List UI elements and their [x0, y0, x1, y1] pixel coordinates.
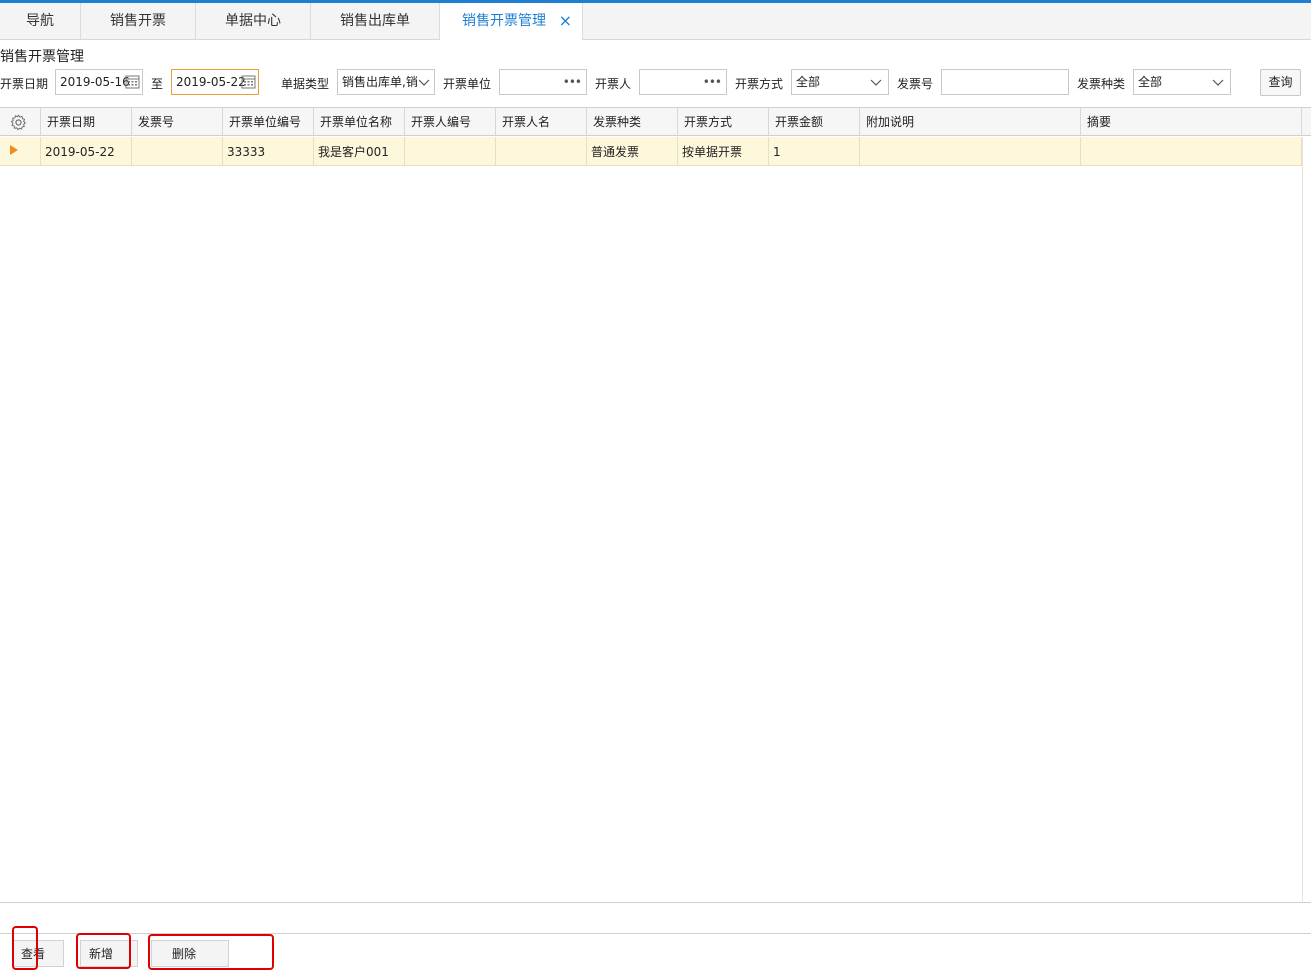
column-header[interactable]: 开票人名 — [496, 108, 587, 136]
grid-bottom-divider — [0, 902, 1311, 903]
column-header[interactable]: 开票人编号 — [405, 108, 496, 136]
chevron-down-icon — [418, 79, 430, 86]
calendar-icon[interactable] — [241, 74, 256, 89]
invoice-kind-label: 发票种类 — [1077, 77, 1126, 91]
table-row[interactable]: 2019-05-22 33333 我是客户001 普通发票 按单据开票 1 — [0, 137, 1302, 166]
tab-navigation[interactable]: 导航 — [0, 3, 81, 39]
tab-document-center[interactable]: 单据中心 — [196, 3, 311, 39]
doc-type-value: 销售出库单,销 — [342, 75, 418, 89]
more-icon[interactable]: ••• — [563, 70, 582, 94]
row-indicator-cell — [0, 137, 41, 165]
table-cell[interactable] — [860, 137, 1081, 165]
table-cell[interactable]: 1 — [769, 137, 860, 165]
date-to-value: 2019-05-22 — [176, 75, 246, 89]
date-label: 开票日期 — [0, 77, 49, 91]
toolbar-divider — [0, 933, 1311, 934]
table-cell[interactable]: 2019-05-22 — [41, 137, 132, 165]
column-header[interactable]: 开票金额 — [769, 108, 860, 136]
tab-bar: 导航 销售开票 单据中心 销售出库单 销售开票管理 × — [0, 3, 1311, 40]
table-cell[interactable] — [132, 137, 223, 165]
column-header[interactable]: 发票种类 — [587, 108, 678, 136]
page-title: 销售开票管理 — [0, 49, 84, 65]
table-cell[interactable] — [1081, 137, 1302, 165]
invoicer-label: 开票人 — [595, 77, 632, 91]
view-button[interactable]: 查看 — [12, 940, 64, 967]
query-button[interactable]: 查询 — [1260, 69, 1301, 96]
chevron-down-icon — [870, 79, 882, 86]
date-from-field[interactable]: 2019-05-16 — [55, 69, 143, 95]
tab-sales-invoice[interactable]: 销售开票 — [81, 3, 196, 39]
invoice-kind-value: 全部 — [1138, 75, 1163, 89]
date-to-label: 至 — [151, 77, 164, 91]
calendar-icon[interactable] — [125, 74, 140, 89]
tab-label: 单据中心 — [225, 13, 281, 29]
table-cell[interactable]: 普通发票 — [587, 137, 678, 165]
close-icon[interactable]: × — [559, 3, 572, 39]
column-header[interactable]: 开票方式 — [678, 108, 769, 136]
invoice-method-select[interactable]: 全部 — [791, 69, 889, 95]
tab-label: 销售出库单 — [340, 13, 410, 29]
doc-type-label: 单据类型 — [281, 77, 330, 91]
column-header[interactable]: 附加说明 — [860, 108, 1081, 136]
column-header[interactable]: 开票单位编号 — [223, 108, 314, 136]
column-header[interactable]: 开票日期 — [41, 108, 132, 136]
table-cell[interactable]: 33333 — [223, 137, 314, 165]
add-button[interactable]: 新增 — [80, 940, 138, 967]
invoice-method-value: 全部 — [796, 75, 821, 89]
grid-header: 开票日期 发票号 开票单位编号 开票单位名称 开票人编号 开票人名 发票种类 开… — [0, 107, 1311, 136]
invoice-unit-field[interactable]: ••• — [499, 69, 587, 95]
table-cell[interactable]: 我是客户001 — [314, 137, 405, 165]
more-icon[interactable]: ••• — [703, 70, 722, 94]
table-cell[interactable]: 按单据开票 — [678, 137, 769, 165]
tab-label: 销售开票管理 — [462, 13, 546, 29]
table-cell[interactable] — [496, 137, 587, 165]
grid-right-border — [1302, 137, 1303, 902]
column-header[interactable]: 开票单位名称 — [314, 108, 405, 136]
tab-label: 导航 — [26, 13, 54, 29]
delete-button[interactable]: 删除 — [151, 940, 229, 967]
invoice-method-label: 开票方式 — [735, 77, 784, 91]
date-from-value: 2019-05-16 — [60, 75, 130, 89]
invoice-unit-label: 开票单位 — [443, 77, 492, 91]
grid-settings-cell[interactable] — [0, 108, 41, 136]
invoice-no-field[interactable] — [941, 69, 1069, 95]
column-header[interactable]: 摘要 — [1081, 108, 1302, 136]
chevron-down-icon — [1212, 79, 1224, 86]
invoice-no-label: 发票号 — [897, 77, 934, 91]
doc-type-select[interactable]: 销售出库单,销 — [337, 69, 435, 95]
invoicer-field[interactable]: ••• — [639, 69, 727, 95]
table-cell[interactable] — [405, 137, 496, 165]
date-to-field[interactable]: 2019-05-22 — [171, 69, 259, 95]
column-header[interactable]: 发票号 — [132, 108, 223, 136]
invoice-kind-select[interactable]: 全部 — [1133, 69, 1231, 95]
row-pointer-icon — [10, 145, 18, 155]
tab-label: 销售开票 — [110, 13, 166, 29]
tab-sales-outbound[interactable]: 销售出库单 — [311, 3, 440, 39]
tab-sales-invoice-management[interactable]: 销售开票管理 × — [440, 3, 583, 40]
gear-icon[interactable] — [10, 114, 27, 131]
